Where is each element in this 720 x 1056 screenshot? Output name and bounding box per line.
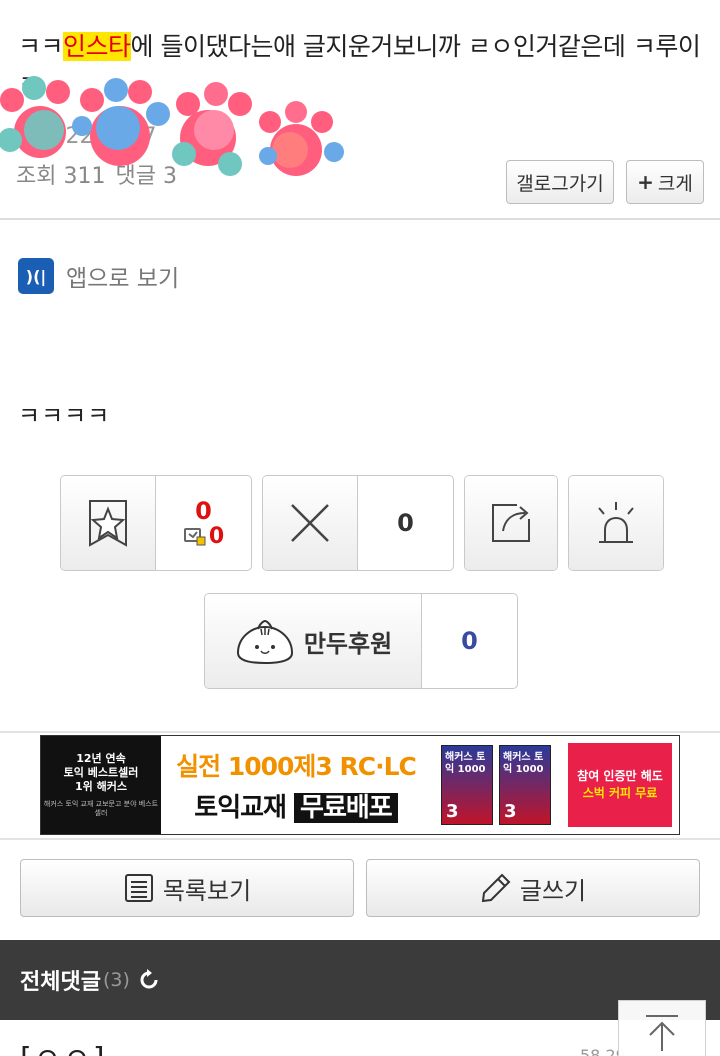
ad-left-fine: 해커스 토익 교재 교보문고 분야 베스트셀러: [43, 800, 159, 817]
arrow-up-icon: [646, 1015, 678, 1051]
recommend-button[interactable]: [61, 476, 155, 570]
ad-left-line3: 1위 해커스: [75, 780, 127, 793]
enlarge-button[interactable]: + 크게: [626, 160, 704, 204]
ad-middle-panel: 실전 1000제3 RC·LC 토익교재 무료배포: [161, 736, 431, 834]
pencil-icon: [481, 873, 511, 903]
refresh-icon[interactable]: [136, 967, 162, 993]
fixed-recommend: 0: [183, 524, 224, 549]
gallog-button[interactable]: 갤로그가기: [506, 160, 614, 204]
non-recommend-button[interactable]: [263, 476, 357, 570]
ad-left-line1: 12년 연속: [76, 752, 126, 765]
share-icon-cell: [465, 476, 557, 570]
app-logo-icon: )(|: [18, 258, 54, 294]
device-icon: [183, 528, 206, 546]
mandu-donation-box: 만두후원 0: [204, 593, 518, 689]
title-highlight: 인스타: [63, 32, 131, 61]
ad-subheadline: 토익교재 무료배포: [194, 787, 398, 824]
ad-cta: 참여 인증만 해도 스벅 커피 무료: [561, 736, 679, 834]
recommend-counts: 0 0: [155, 476, 251, 570]
recommend-box: 0 0: [60, 475, 252, 571]
share-button[interactable]: [464, 475, 558, 571]
star-icon: [89, 500, 127, 547]
non-recommend-box: 0: [262, 475, 454, 571]
ad-book-2: 해커스 토익 1000 3: [499, 745, 551, 825]
enlarge-label: 크게: [657, 172, 693, 195]
dumpling-icon: [236, 619, 293, 665]
app-view-label: 앱으로 보기: [66, 266, 180, 292]
post-body: ㅋㅋㅋㅋ: [18, 402, 111, 430]
ad-sub-inverted: 무료배포: [294, 792, 398, 823]
write-button[interactable]: 글쓰기: [366, 859, 700, 917]
comment-header-title: 전체댓글: [20, 970, 101, 995]
post-header: ㅋㅋ인스타에 들이댔다는애 글지운거보니까 ㄹㅇ인거같은데 ㅋ루이ㅋ ㅇㅇ 22…: [0, 0, 720, 220]
ad-book-1-title: 해커스 토익 1000: [445, 752, 486, 775]
paw-2: [72, 78, 170, 166]
plus-icon: +: [637, 170, 654, 194]
write-label: 글쓰기: [519, 876, 587, 905]
ad-headline: 실전 1000제3 RC·LC: [176, 751, 417, 781]
ad-book-2-title: 해커스 토익 1000: [503, 752, 544, 775]
app-view-link[interactable]: )(| 앱으로 보기: [18, 258, 179, 294]
comment-author: [ㅇㅇ]: [20, 1034, 107, 1056]
list-view-button[interactable]: 목록보기: [20, 859, 354, 917]
comment-row: [ㅇㅇ] 58.29: [0, 1020, 720, 1056]
fixed-recommend-count: 0: [208, 523, 225, 549]
ad-cta-box: 참여 인증만 해도 스벅 커피 무료: [568, 743, 672, 827]
ad-books: 해커스 토익 1000 3 해커스 토익 1000 3: [431, 736, 561, 834]
non-recommend-count-cell: 0: [357, 476, 453, 570]
ad-book-2-num: 3: [504, 801, 517, 822]
ad-left-panel: 12년 연속 토익 베스트셀러 1위 해커스 해커스 토익 교재 교보문고 분야…: [41, 736, 161, 834]
mandu-label: 만두후원: [303, 629, 393, 658]
scroll-top-button[interactable]: [618, 1000, 706, 1056]
comment-header-count: (3): [102, 969, 130, 991]
ad-book-1-num: 3: [446, 801, 459, 822]
mandu-count: 0: [461, 627, 478, 655]
paw-3: [172, 82, 252, 176]
list-view-label: 목록보기: [162, 876, 252, 905]
share-icon: [492, 504, 530, 542]
ad-cta-line2: 스벅 커피 무료: [582, 786, 658, 800]
report-button[interactable]: [568, 475, 664, 571]
mandu-count-cell: 0: [421, 594, 517, 688]
paw-1: [0, 76, 70, 158]
non-recommend-count: 0: [397, 509, 414, 537]
ad-book-1: 해커스 토익 1000 3: [441, 745, 493, 825]
ad-cta-line1: 참여 인증만 해도: [577, 769, 663, 783]
title-prefix: ㅋㅋ: [18, 32, 64, 61]
paw-sticker-cover: [0, 76, 344, 176]
divider-top: [0, 731, 720, 733]
list-icon: [124, 874, 153, 902]
ad-sub-plain: 토익교재: [194, 792, 287, 823]
x-icon: [291, 504, 329, 542]
paw-4: [259, 101, 344, 176]
divider-bottom: [0, 838, 720, 840]
recommend-count: 0: [195, 496, 212, 525]
ad-banner[interactable]: 12년 연속 토익 베스트셀러 1위 해커스 해커스 토익 교재 교보문고 분야…: [40, 735, 680, 835]
report-icon-cell: [569, 476, 663, 570]
comment-header: 전체댓글 (3): [0, 940, 720, 1020]
mandu-donation-button[interactable]: 만두후원: [205, 594, 421, 688]
ad-left-line2: 토익 베스트셀러: [63, 766, 139, 779]
siren-icon: [598, 502, 634, 543]
